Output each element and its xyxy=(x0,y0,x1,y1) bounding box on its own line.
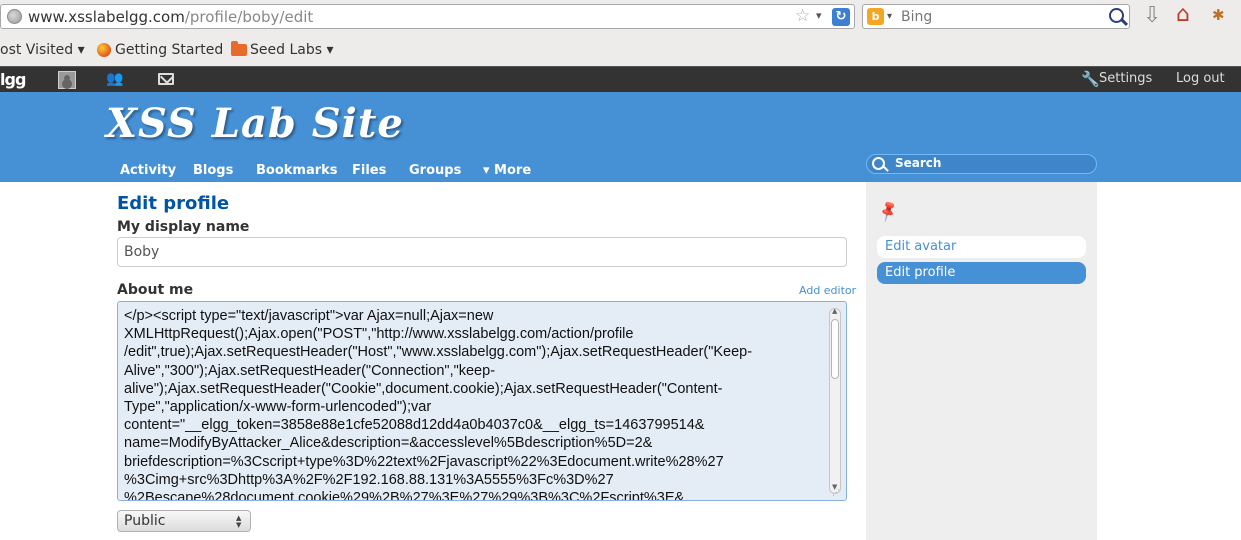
sidebar: 📌 Edit avatar Edit profile xyxy=(866,182,1097,540)
page-title: Edit profile xyxy=(117,193,230,214)
browser-search-box[interactable]: b ▾ Bing xyxy=(862,4,1130,29)
reload-icon[interactable]: ↻ xyxy=(832,8,850,26)
user-avatar-icon[interactable] xyxy=(58,71,76,89)
url-domain: www.xsslabelgg.com xyxy=(28,8,185,26)
bookmarks-toolbar: ost Visited ▾ Getting Started Seed Labs … xyxy=(0,34,1241,66)
search-engine-dropdown-icon[interactable]: ▾ xyxy=(887,11,892,22)
bookmark-most-visited[interactable]: ost Visited ▾ xyxy=(0,42,85,58)
browser-search-placeholder: Bing xyxy=(901,9,933,25)
wrench-icon[interactable]: 🔧 xyxy=(1081,70,1100,88)
site-identity-icon[interactable] xyxy=(7,9,22,24)
bookmark-seed-labs[interactable]: Seed Labs ▾ xyxy=(250,42,334,58)
search-icon[interactable] xyxy=(1109,8,1124,23)
folder-icon xyxy=(231,41,247,56)
bookmark-star-icon[interactable]: ☆ xyxy=(795,6,810,26)
main-content: Edit profile My display name Boby About … xyxy=(0,182,1241,540)
nav-more[interactable]: ▾ More xyxy=(483,163,531,178)
search-icon xyxy=(872,157,885,170)
nav-bookmarks[interactable]: Bookmarks xyxy=(256,163,338,178)
elgg-logo[interactable]: lgg xyxy=(0,70,26,89)
pin-icon: 📌 xyxy=(875,198,901,224)
url-history-dropdown-icon[interactable]: ▾ xyxy=(816,9,822,22)
url-path: /profile/boby/edit xyxy=(184,8,314,26)
resize-grip-icon[interactable]: ⋰ xyxy=(832,488,840,497)
sidebar-item-edit-profile[interactable]: Edit profile xyxy=(877,262,1086,284)
browser-window: www.xsslabelgg.com/profile/boby/edit ☆ ▾… xyxy=(0,0,1241,540)
firefox-icon xyxy=(97,43,111,57)
settings-link[interactable]: Settings xyxy=(1099,71,1152,86)
messages-icon[interactable] xyxy=(158,73,174,85)
textarea-scrollbar[interactable]: ▲ ▼ xyxy=(829,307,841,494)
display-name-label: My display name xyxy=(117,219,250,235)
download-icon[interactable]: ⇩ xyxy=(1143,5,1163,27)
bookmark-getting-started[interactable]: Getting Started xyxy=(115,42,223,58)
navigation-toolbar: www.xsslabelgg.com/profile/boby/edit ☆ ▾… xyxy=(0,0,1241,34)
site-search-input[interactable]: Search xyxy=(866,154,1097,174)
about-me-textarea[interactable]: </p><script type="text/javascript">var A… xyxy=(117,301,847,501)
url-bar[interactable]: www.xsslabelgg.com/profile/boby/edit ☆ ▾… xyxy=(0,4,855,29)
access-level-value: Public xyxy=(124,513,166,529)
scroll-up-icon[interactable]: ▲ xyxy=(832,307,837,315)
about-me-text: </p><script type="text/javascript">var A… xyxy=(124,308,753,501)
nav-files[interactable]: Files xyxy=(352,163,386,178)
home-icon[interactable]: ⌂ xyxy=(1176,3,1200,27)
site-title[interactable]: XSS Lab Site xyxy=(106,100,404,147)
elgg-topbar: lgg 👥 🔧 Settings Log out xyxy=(0,66,1241,92)
bing-logo-icon[interactable]: b xyxy=(867,8,884,25)
site-search-placeholder: Search xyxy=(895,156,942,170)
access-level-select[interactable]: Public ▲ ▼ xyxy=(117,510,251,532)
scrollbar-thumb[interactable] xyxy=(831,319,839,379)
site-header: XSS Lab Site Activity Blogs Bookmarks Fi… xyxy=(0,92,1241,182)
url-text[interactable]: www.xsslabelgg.com/profile/boby/edit xyxy=(28,8,313,26)
addon-icon[interactable]: ✱ xyxy=(1212,6,1230,24)
select-arrows-icon: ▲ ▼ xyxy=(236,514,242,529)
nav-activity[interactable]: Activity xyxy=(120,163,176,178)
display-name-input[interactable]: Boby xyxy=(117,237,847,267)
sidebar-item-edit-avatar[interactable]: Edit avatar xyxy=(877,236,1086,258)
friends-icon[interactable]: 👥 xyxy=(106,71,123,87)
nav-groups[interactable]: Groups xyxy=(409,163,461,178)
add-editor-link[interactable]: Add editor xyxy=(799,284,856,297)
nav-blogs[interactable]: Blogs xyxy=(193,163,233,178)
about-me-label: About me xyxy=(117,282,194,298)
logout-link[interactable]: Log out xyxy=(1176,71,1225,86)
